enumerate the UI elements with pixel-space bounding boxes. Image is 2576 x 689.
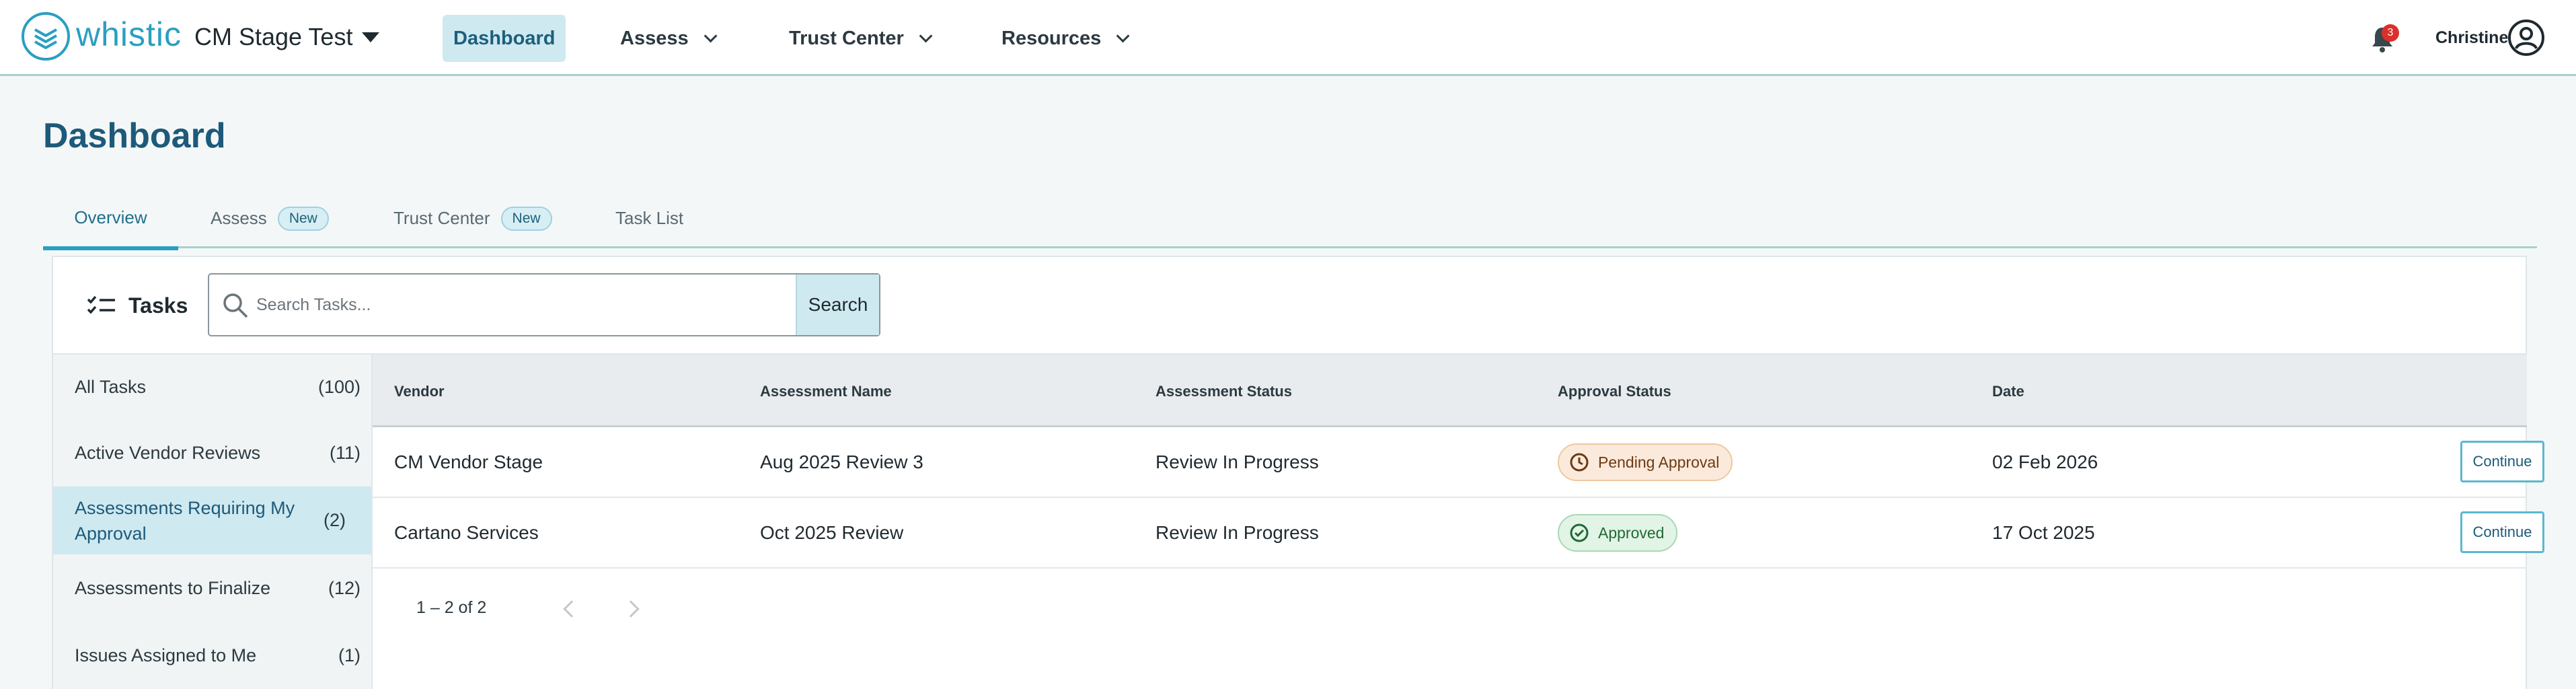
tasks-card: Tasks Search All Tasks (100) Active Vend… bbox=[52, 256, 2544, 689]
tab-label: Assess bbox=[211, 208, 267, 228]
user-name[interactable]: Christine bbox=[2435, 28, 2508, 48]
table-header: Vendor Assessment Name Assessment Status… bbox=[373, 353, 2527, 427]
filter-active-vendor-reviews[interactable]: Active Vendor Reviews (11) bbox=[53, 419, 371, 486]
continue-button[interactable]: Continue bbox=[2460, 441, 2544, 482]
tasks-table: Vendor Assessment Name Assessment Status… bbox=[373, 353, 2544, 569]
column-header-assessment-status[interactable]: Assessment Status bbox=[1156, 383, 1292, 400]
filter-count: (100) bbox=[317, 376, 361, 397]
chevron-down-icon bbox=[919, 29, 933, 43]
approval-status-label: Approved bbox=[1598, 523, 1665, 542]
continue-button[interactable]: Continue bbox=[2460, 511, 2544, 553]
tab-assess[interactable]: Assess New bbox=[211, 188, 329, 248]
filter-label: Assessments Requiring My Approval bbox=[75, 497, 295, 544]
assessment-name-cell: Oct 2025 Review bbox=[760, 522, 904, 543]
chevron-down-icon bbox=[1116, 29, 1130, 43]
tab-overview[interactable]: Overview bbox=[43, 188, 178, 250]
pagination-range: 1 – 2 of 2 bbox=[416, 598, 487, 617]
filter-all-tasks[interactable]: All Tasks (100) bbox=[53, 355, 371, 419]
filter-label: All Tasks bbox=[75, 377, 147, 397]
table-row[interactable]: Cartano Services Oct 2025 Review Review … bbox=[373, 498, 2544, 569]
nav-label: Trust Center bbox=[789, 27, 904, 49]
check-circle-icon bbox=[1570, 523, 1589, 542]
nav-resources[interactable]: Resources bbox=[1001, 15, 1130, 62]
filter-assessments-to-finalize[interactable]: Assessments to Finalize (12) bbox=[53, 554, 371, 622]
assessment-status-cell: Review In Progress bbox=[1156, 451, 1319, 472]
tasks-title: Tasks bbox=[128, 293, 188, 318]
dashboard-tabs: Overview Assess New Trust Center New Tas… bbox=[43, 188, 2537, 250]
task-filter-sidebar: All Tasks (100) Active Vendor Reviews (1… bbox=[53, 353, 373, 689]
workspace-name: CM Stage Test bbox=[194, 23, 353, 50]
filter-label: Issues Assigned to Me bbox=[75, 645, 257, 665]
filter-assessments-requiring-approval[interactable]: Assessments Requiring My Approval (2) bbox=[53, 486, 371, 554]
filter-count: (11) bbox=[329, 442, 361, 463]
top-nav-bar: whistic CM Stage Test Dashboard Assess T… bbox=[0, 0, 2576, 76]
user-avatar-icon[interactable] bbox=[2507, 19, 2545, 57]
search-icon bbox=[223, 293, 248, 318]
date-cell: 02 Feb 2026 bbox=[1992, 451, 2098, 472]
nav-label: Dashboard bbox=[453, 27, 556, 49]
whistic-logo-icon[interactable] bbox=[20, 11, 71, 62]
assessment-name-cell: Aug 2025 Review 3 bbox=[760, 451, 923, 472]
search-input[interactable] bbox=[256, 275, 794, 335]
column-header-approval-status[interactable]: Approval Status bbox=[1558, 383, 1671, 400]
filter-count: (1) bbox=[338, 645, 361, 665]
date-cell: 17 Oct 2025 bbox=[1992, 522, 2095, 543]
nav-dashboard[interactable]: Dashboard bbox=[443, 15, 566, 62]
filter-count: (12) bbox=[328, 577, 361, 598]
filter-count: (2) bbox=[324, 510, 346, 530]
filter-label: Assessments to Finalize bbox=[75, 578, 271, 598]
nav-assess[interactable]: Assess bbox=[620, 15, 718, 62]
tab-trust-center[interactable]: Trust Center New bbox=[393, 188, 552, 248]
brand-name[interactable]: whistic bbox=[76, 15, 182, 54]
clock-icon bbox=[1570, 453, 1589, 472]
notification-badge: 3 bbox=[2382, 24, 2399, 42]
previous-page-icon[interactable] bbox=[563, 600, 580, 618]
new-badge: New bbox=[277, 206, 329, 231]
assessment-status-cell: Review In Progress bbox=[1156, 522, 1319, 543]
approval-status-label: Pending Approval bbox=[1598, 453, 1720, 471]
column-header-date[interactable]: Date bbox=[1992, 383, 2024, 400]
page-title: Dashboard bbox=[43, 116, 226, 155]
approval-status-badge: Pending Approval bbox=[1558, 443, 1733, 481]
nav-trust-center[interactable]: Trust Center bbox=[789, 15, 933, 62]
chevron-down-icon bbox=[704, 29, 718, 43]
table-row[interactable]: CM Vendor Stage Aug 2025 Review 3 Review… bbox=[373, 427, 2544, 498]
nav-label: Resources bbox=[1001, 27, 1102, 49]
column-header-assessment-name[interactable]: Assessment Name bbox=[760, 383, 892, 400]
search-button[interactable]: Search bbox=[796, 275, 879, 335]
caret-down-icon bbox=[362, 32, 380, 42]
vendor-cell: Cartano Services bbox=[394, 522, 539, 543]
vendor-cell: CM Vendor Stage bbox=[394, 451, 543, 472]
tab-task-list[interactable]: Task List bbox=[615, 188, 683, 248]
task-search: Search bbox=[208, 273, 880, 336]
next-page-icon[interactable] bbox=[622, 600, 640, 618]
tab-label: Trust Center bbox=[393, 208, 490, 228]
filter-issues-assigned[interactable]: Issues Assigned to Me (1) bbox=[53, 622, 371, 689]
tasks-heading: Tasks bbox=[87, 293, 188, 318]
tab-label: Overview bbox=[74, 207, 147, 227]
approval-status-badge: Approved bbox=[1558, 514, 1678, 552]
filter-label: Active Vendor Reviews bbox=[75, 443, 261, 463]
workspace-switcher[interactable]: CM Stage Test bbox=[194, 23, 380, 51]
tab-label: Task List bbox=[615, 208, 684, 228]
nav-label: Assess bbox=[620, 27, 689, 49]
checklist-icon bbox=[87, 295, 115, 314]
column-header-vendor[interactable]: Vendor bbox=[394, 383, 445, 400]
new-badge: New bbox=[500, 206, 552, 231]
